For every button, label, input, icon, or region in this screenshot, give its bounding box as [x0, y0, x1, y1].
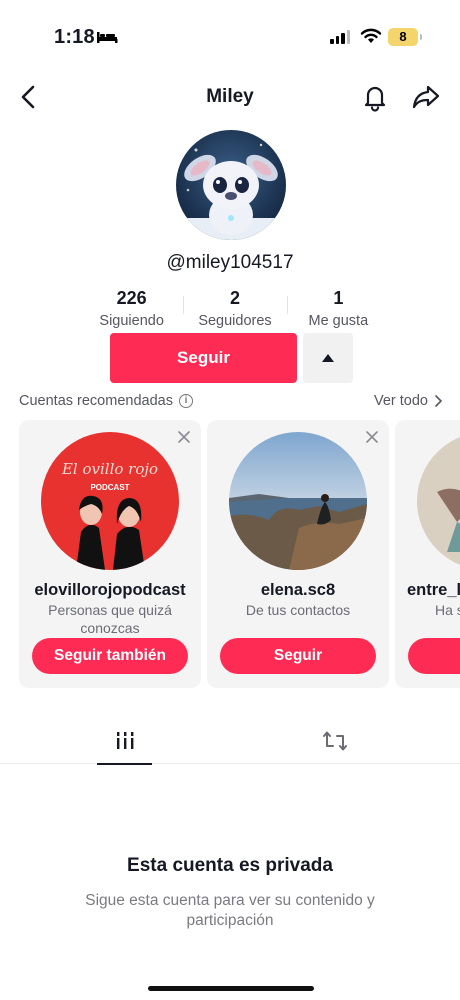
card-avatar[interactable]: El ovillo rojo PODCAST	[41, 432, 179, 570]
card-reason: Ha s	[435, 602, 460, 618]
stat-value: 1	[333, 288, 344, 308]
follow-button[interactable]: Seguir	[110, 333, 297, 383]
art-photo-image	[417, 432, 460, 570]
repost-icon	[323, 731, 347, 751]
follow-button[interactable]	[408, 638, 460, 674]
profile-avatar[interactable]	[176, 130, 286, 240]
private-account-title: Esta cuenta es privada	[127, 855, 333, 876]
follow-button[interactable]: Seguir	[220, 638, 376, 674]
profile-stats: 226 Siguiendo 2 Seguidores 1 Me gusta	[80, 288, 390, 332]
recommended-card[interactable]: El ovillo rojo PODCAST elovillorojopodca…	[19, 420, 201, 688]
grid-icon	[116, 732, 133, 749]
home-indicator[interactable]	[148, 986, 314, 991]
signal-icon	[330, 30, 350, 44]
card-username: elovillorojopodcast	[34, 581, 186, 599]
recommended-card[interactable]: elena.sc8 De tus contactos Seguir	[207, 420, 389, 688]
card-reason: Personas que quizá conozcas	[48, 602, 172, 636]
stat-followers[interactable]: 2 Seguidores	[183, 288, 286, 332]
stat-label: Me gusta	[308, 313, 369, 329]
profile-header: Miley	[0, 70, 460, 124]
podcast-logo-image: El ovillo rojo PODCAST	[41, 432, 179, 570]
podcast-logo-text: El ovillo rojo	[61, 460, 158, 478]
close-icon[interactable]	[365, 430, 379, 444]
tab-videos[interactable]	[97, 720, 152, 765]
recommended-header: Cuentas recomendadas i Ver todo	[19, 390, 442, 412]
bell-icon	[364, 86, 386, 112]
see-all-label: Ver todo	[373, 393, 428, 409]
share-icon	[412, 85, 440, 109]
follow-actions: Seguir	[110, 333, 353, 383]
status-time: 1:18	[54, 26, 95, 48]
card-avatar[interactable]	[417, 432, 460, 570]
podcast-logo-subtext: PODCAST	[90, 483, 129, 492]
recommended-card[interactable]: entre_l Ha s	[395, 420, 460, 688]
card-username: elena.sc8	[260, 581, 336, 599]
stat-likes[interactable]: 1 Me gusta	[286, 288, 390, 332]
info-icon[interactable]: i	[178, 394, 193, 408]
battery-indicator: 8	[388, 28, 422, 46]
stat-value: 226	[116, 288, 147, 308]
close-icon[interactable]	[177, 430, 191, 444]
tab-reposts[interactable]	[312, 720, 358, 764]
chevron-right-icon	[435, 395, 442, 407]
card-username: entre_l	[407, 581, 460, 599]
stat-label: Siguiendo	[99, 313, 164, 329]
follow-back-button[interactable]: Seguir también	[32, 638, 188, 674]
stat-value: 2	[229, 288, 240, 308]
private-account-description: Sigue esta cuenta para ver su contenido …	[85, 892, 375, 929]
stat-following[interactable]: 226 Siguiendo	[80, 288, 183, 332]
avatar-image	[176, 130, 286, 240]
wifi-icon	[360, 28, 382, 43]
notifications-button[interactable]	[360, 82, 390, 112]
card-reason: De tus contactos	[245, 602, 351, 618]
username: @miley104517	[166, 252, 294, 273]
page-title: Miley	[206, 86, 254, 107]
recommended-cards: El ovillo rojo PODCAST elovillorojopodca…	[19, 420, 460, 688]
recommended-title: Cuentas recomendadas	[19, 393, 173, 409]
card-avatar[interactable]	[229, 432, 367, 570]
coast-photo-image	[229, 432, 367, 570]
status-bar: 1:18 8	[0, 0, 460, 70]
bed-icon	[97, 32, 118, 43]
see-all-link[interactable]: Ver todo	[374, 393, 442, 409]
recommended-title-wrap: Cuentas recomendadas i	[19, 393, 193, 409]
content-tabs	[0, 720, 460, 765]
share-button[interactable]	[410, 82, 442, 112]
stat-label: Seguidores	[198, 313, 272, 329]
caret-up-icon	[322, 354, 334, 362]
suggested-toggle-button[interactable]	[303, 333, 353, 383]
